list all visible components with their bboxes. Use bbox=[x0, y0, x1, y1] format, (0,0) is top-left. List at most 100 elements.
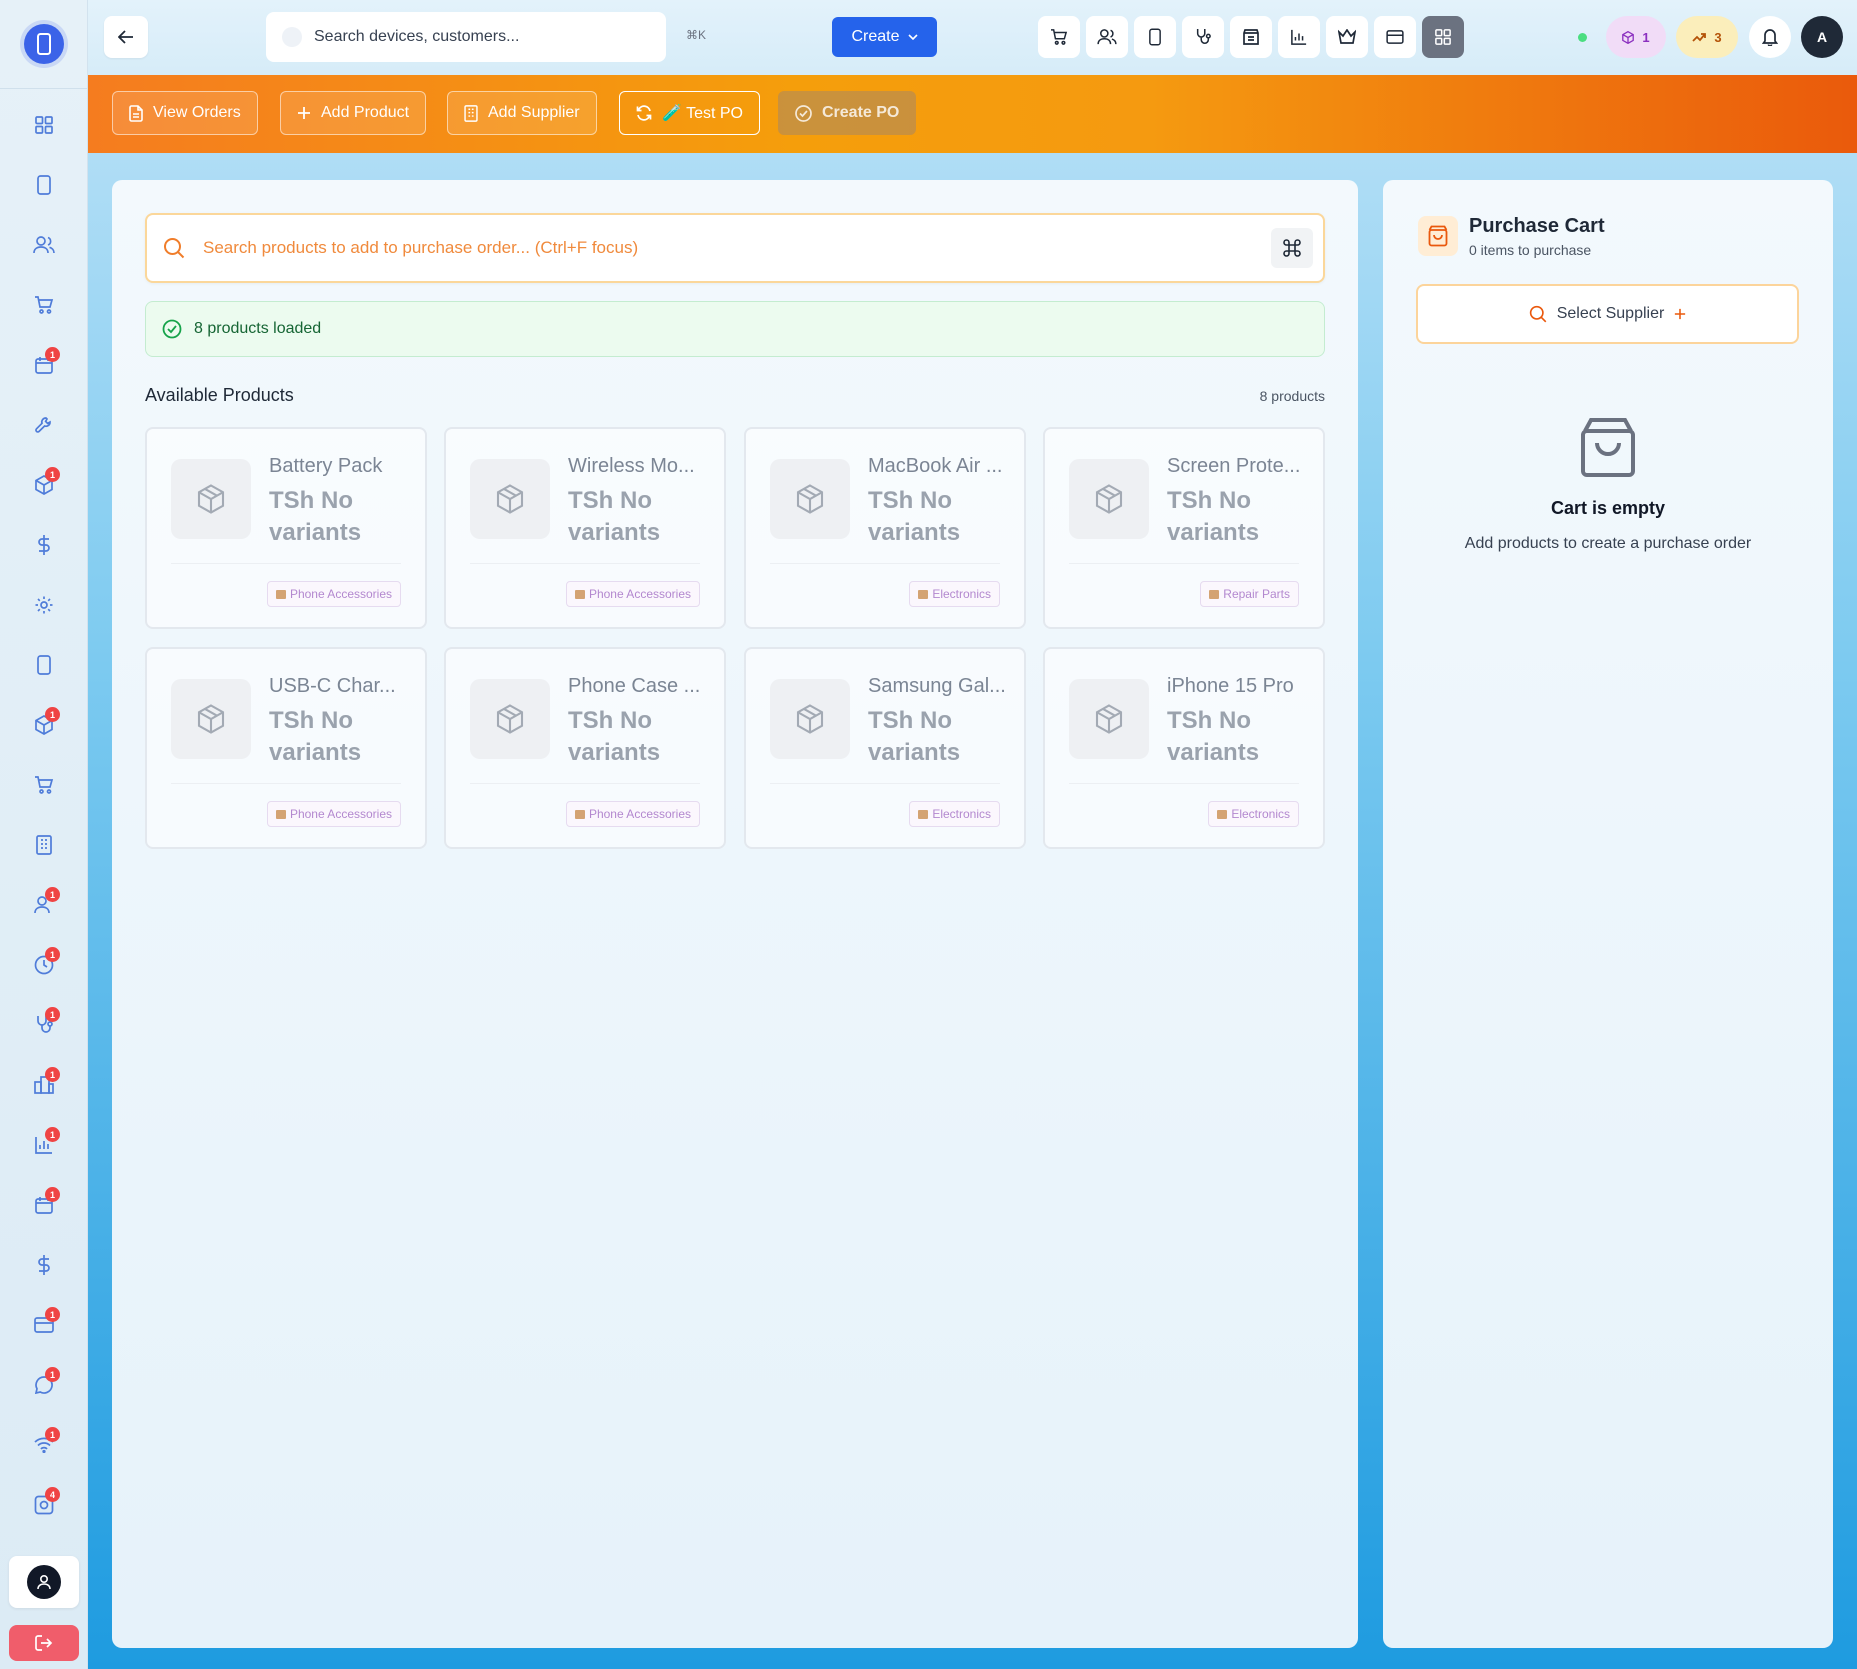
view-orders-button[interactable]: View Orders bbox=[112, 91, 258, 135]
user-avatar-button[interactable]: A bbox=[1801, 16, 1843, 58]
sidebar-item-calendar[interactable]: 1 bbox=[24, 1185, 64, 1225]
crown-icon bbox=[1338, 29, 1356, 44]
box-icon bbox=[275, 809, 286, 819]
product-thumbnail bbox=[1069, 459, 1149, 539]
sidebar-item-sales[interactable] bbox=[24, 285, 64, 325]
package-icon bbox=[796, 484, 824, 514]
product-card[interactable]: Samsung Gal... TSh No variants Electronics bbox=[744, 647, 1026, 849]
sidebar-user-profile[interactable] bbox=[9, 1556, 79, 1608]
sidebar-item-system[interactable]: 4 bbox=[24, 1485, 64, 1525]
sidebar-item-network[interactable]: 1 bbox=[24, 1425, 64, 1465]
products-loaded-banner: 8 products loaded bbox=[145, 301, 1325, 357]
product-card[interactable]: MacBook Air ... TSh No variants Electronic… bbox=[744, 427, 1026, 629]
sidebar-item-mobile[interactable] bbox=[24, 645, 64, 685]
product-count: 8 products bbox=[1259, 388, 1325, 404]
sidebar-item-reports[interactable]: 1 bbox=[24, 1125, 64, 1165]
building-icon bbox=[36, 835, 52, 855]
sidebar-item-attendance[interactable]: 1 bbox=[24, 945, 64, 985]
package-icon bbox=[496, 484, 524, 514]
keyboard-shortcut-button[interactable] bbox=[1271, 228, 1313, 268]
sidebar: 1 1 1 1 1 1 1 1 1 1 1 1 4 bbox=[0, 0, 88, 1669]
check-circle-icon bbox=[795, 104, 812, 122]
sidebar-item-settings[interactable] bbox=[24, 585, 64, 625]
sidebar-item-appointments[interactable]: 1 bbox=[24, 345, 64, 385]
product-panel: Search products to add to purchase order… bbox=[112, 180, 1358, 1648]
command-icon bbox=[1283, 239, 1301, 257]
sidebar-item-diagnostics[interactable]: 1 bbox=[24, 1005, 64, 1045]
quick-premium-button[interactable] bbox=[1326, 16, 1368, 58]
quick-payments-button[interactable] bbox=[1374, 16, 1416, 58]
product-search-input[interactable]: Search products to add to purchase order… bbox=[145, 213, 1325, 283]
inventory-alerts-pill[interactable]: 1 bbox=[1606, 16, 1666, 58]
quick-devices-button[interactable] bbox=[1134, 16, 1176, 58]
quick-reports-button[interactable] bbox=[1278, 16, 1320, 58]
product-card[interactable]: iPhone 15 Pro TSh No variants Electronics bbox=[1043, 647, 1325, 849]
product-card[interactable]: Phone Case ... TSh No variants Phone Acces… bbox=[444, 647, 726, 849]
users-icon bbox=[1097, 29, 1117, 45]
bell-icon bbox=[1762, 29, 1778, 46]
sidebar-item-customers[interactable] bbox=[24, 225, 64, 265]
category-label: Electronics bbox=[1231, 807, 1290, 821]
card-divider bbox=[770, 783, 1000, 784]
box-icon bbox=[275, 589, 286, 599]
add-supplier-button[interactable]: Add Supplier bbox=[447, 91, 597, 135]
quick-customers-button[interactable] bbox=[1086, 16, 1128, 58]
create-po-button[interactable]: Create PO bbox=[778, 91, 917, 135]
arrow-left-icon bbox=[118, 30, 133, 44]
product-card[interactable]: Screen Prote... TSh No variants Repair Par… bbox=[1043, 427, 1325, 629]
sidebar-item-payments[interactable]: 1 bbox=[24, 1305, 64, 1345]
back-button[interactable] bbox=[104, 16, 148, 58]
quick-pos-button[interactable] bbox=[1038, 16, 1080, 58]
users-icon bbox=[33, 236, 55, 254]
notifications-button[interactable] bbox=[1749, 16, 1791, 58]
sidebar-item-finance[interactable] bbox=[24, 525, 64, 565]
quick-apps-button[interactable] bbox=[1422, 16, 1464, 58]
cart-title: Purchase Cart bbox=[1469, 215, 1605, 237]
sidebar-item-spare-parts[interactable]: 1 bbox=[24, 705, 64, 745]
product-category-tag: Electronics bbox=[909, 801, 1000, 827]
archive-icon bbox=[1243, 29, 1259, 45]
product-name: Wireless Mo... bbox=[568, 455, 695, 477]
sidebar-item-business[interactable]: 1 bbox=[24, 1065, 64, 1105]
section-title: Available Products bbox=[145, 385, 294, 405]
product-thumbnail bbox=[470, 459, 550, 539]
logout-button[interactable] bbox=[9, 1625, 79, 1661]
create-label: Create bbox=[851, 28, 900, 45]
app-logo[interactable] bbox=[24, 24, 64, 64]
select-supplier-button[interactable]: Select Supplier bbox=[1416, 284, 1799, 344]
product-name: Samsung Gal... bbox=[868, 675, 1006, 697]
dollar-icon bbox=[38, 535, 50, 555]
category-label: Phone Accessories bbox=[289, 807, 392, 821]
sidebar-item-stores[interactable] bbox=[24, 825, 64, 865]
sidebar-item-accounting[interactable] bbox=[24, 1245, 64, 1285]
quick-storage-button[interactable] bbox=[1230, 16, 1272, 58]
sidebar-item-messages[interactable]: 1 bbox=[24, 1365, 64, 1405]
sidebar-item-inventory[interactable]: 1 bbox=[24, 465, 64, 505]
product-card[interactable]: Wireless Mo... TSh No variants Phone Acces… bbox=[444, 427, 726, 629]
trends-pill[interactable]: 3 bbox=[1676, 16, 1738, 58]
product-price: TSh No variants bbox=[269, 707, 362, 766]
sidebar-item-repairs[interactable] bbox=[24, 405, 64, 445]
product-category-tag: Phone Accessories bbox=[266, 581, 401, 607]
product-card[interactable]: USB-C Char... TSh No variants Phone Access… bbox=[145, 647, 427, 849]
global-search-input[interactable]: Search devices, customers... bbox=[266, 12, 666, 62]
phone-icon bbox=[37, 33, 51, 55]
add-product-button[interactable]: Add Product bbox=[280, 91, 427, 135]
category-label: Electronics bbox=[932, 587, 991, 601]
sidebar-item-employees[interactable]: 1 bbox=[24, 885, 64, 925]
badge: 1 bbox=[45, 1187, 60, 1202]
badge: 1 bbox=[45, 1307, 60, 1322]
sidebar-item-devices[interactable] bbox=[24, 165, 64, 205]
sidebar-item-dashboard[interactable] bbox=[24, 105, 64, 145]
product-name: Screen Prote... bbox=[1167, 455, 1301, 477]
cart-icon bbox=[1051, 29, 1068, 45]
phone-icon bbox=[37, 175, 51, 195]
create-button[interactable]: Create bbox=[832, 17, 937, 57]
test-po-button[interactable]: 🧪 Test PO bbox=[619, 91, 760, 135]
building-icon bbox=[464, 104, 478, 122]
product-card[interactable]: Battery Pack TSh No variants Phone Accesso… bbox=[145, 427, 427, 629]
product-category-tag: Phone Accessories bbox=[266, 801, 401, 827]
product-thumbnail bbox=[171, 459, 251, 539]
quick-diagnostics-button[interactable] bbox=[1182, 16, 1224, 58]
sidebar-item-purchase-orders[interactable] bbox=[24, 765, 64, 805]
